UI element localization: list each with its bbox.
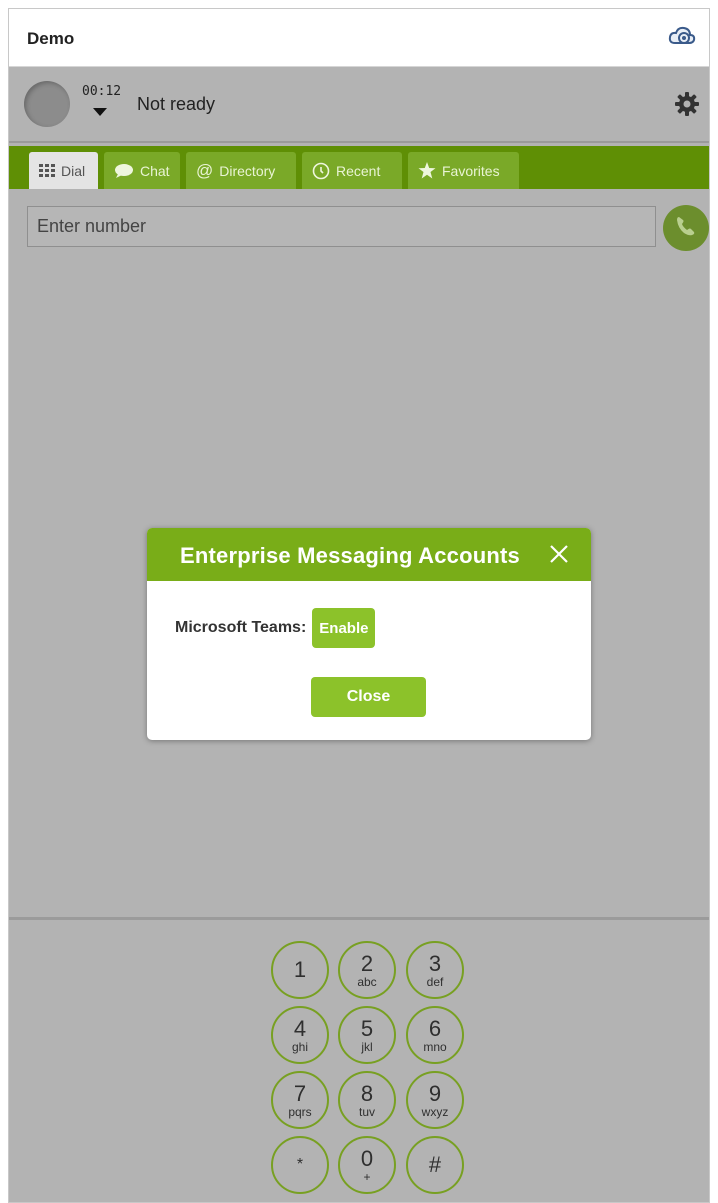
dialog-header: Enterprise Messaging Accounts (147, 528, 591, 581)
cloud-sync-icon[interactable] (667, 23, 697, 51)
tab-label: Recent (336, 162, 381, 179)
tab-recent[interactable]: Recent (302, 152, 402, 189)
keypad-divider (9, 917, 709, 920)
key-digit: 7 (293, 1080, 307, 1106)
key-digit: # (428, 1152, 442, 1177)
avatar[interactable] (24, 81, 70, 127)
key-letters: tuv (358, 1104, 375, 1119)
tab-label: Dial (61, 162, 86, 179)
clock-icon (312, 162, 330, 180)
tab-label: Directory (219, 162, 276, 179)
key-digit: 0 (360, 1145, 374, 1171)
key-9[interactable]: 9 wxyz (406, 1071, 464, 1129)
agent-status-bar: 00:12 Not ready (9, 67, 709, 143)
key-6[interactable]: 6 mno (406, 1006, 464, 1064)
enterprise-messaging-dialog: Enterprise Messaging Accounts Microsoft … (147, 528, 591, 740)
key-3[interactable]: 3 def (406, 941, 464, 999)
key-5[interactable]: 5 jkl (338, 1006, 396, 1064)
key-letters: jkl (361, 1039, 373, 1054)
close-icon[interactable] (547, 542, 571, 566)
phone-number-input[interactable] (27, 206, 656, 247)
at-icon: @ (196, 160, 214, 180)
dialog-title: Enterprise Messaging Accounts (180, 543, 520, 568)
gear-icon[interactable] (674, 91, 700, 117)
key-letters: def (426, 974, 444, 989)
key-digit: 9 (428, 1080, 442, 1106)
key-4[interactable]: 4 ghi (271, 1006, 329, 1064)
key-letters: mno (423, 1039, 447, 1054)
key-letters: ghi (291, 1039, 308, 1054)
account-label: Microsoft Teams: (175, 619, 307, 636)
key-8[interactable]: 8 tuv (338, 1071, 396, 1129)
key-digit: 3 (428, 950, 442, 976)
close-button[interactable]: Close (311, 677, 426, 717)
key-1[interactable]: 1 (271, 941, 329, 999)
key-digit: * (296, 1156, 304, 1173)
account-row: Microsoft Teams: Enable (175, 608, 376, 648)
tab-chat[interactable]: Chat (104, 152, 180, 189)
key-letters: abc (357, 974, 377, 989)
key-star[interactable]: * (271, 1136, 329, 1194)
star-icon (418, 162, 436, 179)
key-digit: 5 (360, 1015, 374, 1041)
tab-dial[interactable]: Dial (29, 152, 98, 189)
app-title: Demo (27, 29, 75, 48)
key-digit: 4 (293, 1015, 307, 1041)
tab-label: Chat (140, 162, 170, 179)
key-0[interactable]: 0 + (338, 1136, 396, 1194)
chevron-down-icon[interactable] (93, 108, 107, 116)
phone-icon (674, 214, 698, 243)
key-digit: 2 (360, 950, 374, 976)
grid-icon (39, 163, 55, 178)
tab-directory[interactable]: @ Directory (186, 152, 296, 189)
title-bar: Demo (9, 9, 709, 67)
key-digit: 1 (293, 957, 307, 982)
enable-button[interactable]: Enable (312, 608, 376, 648)
phone-app-window: Demo 00:12 Not ready Dial Chat @ Directo… (8, 8, 710, 1203)
key-letters: pqrs (288, 1104, 312, 1119)
key-digit: 6 (428, 1015, 442, 1041)
key-hash[interactable]: # (406, 1136, 464, 1194)
tab-bar: Dial Chat @ Directory Recent Favorites (9, 146, 709, 189)
tab-favorites[interactable]: Favorites (408, 152, 519, 189)
state-timer: 00:12 (82, 84, 122, 99)
key-2[interactable]: 2 abc (338, 941, 396, 999)
key-digit: 8 (360, 1080, 374, 1106)
call-button[interactable] (663, 205, 709, 251)
chat-icon (114, 163, 134, 178)
key-7[interactable]: 7 pqrs (271, 1071, 329, 1129)
agent-state-label[interactable]: Not ready (137, 94, 215, 115)
key-letters: wxyz (421, 1104, 449, 1119)
key-letters: + (363, 1169, 371, 1184)
tab-label: Favorites (442, 162, 500, 179)
